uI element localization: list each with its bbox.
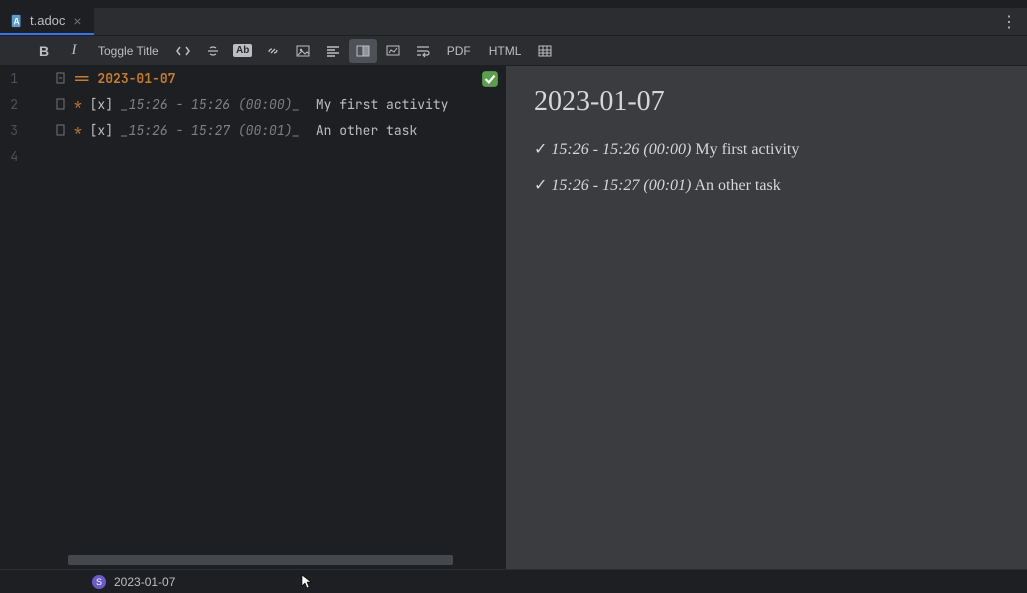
split-view-icon (355, 43, 371, 59)
split-view-button[interactable] (349, 39, 377, 63)
editor-pane[interactable]: 1 2 3 4 == 2023-01-07 * [x] _15:26 - 15:… (0, 66, 506, 569)
image-button[interactable] (289, 39, 317, 63)
code-line (74, 144, 505, 170)
image-icon (295, 43, 311, 59)
code-area[interactable]: == 2023-01-07 * [x] _15:26 - 15:26 (00:0… (68, 66, 505, 555)
section-badge-icon: S (92, 575, 106, 589)
link-button[interactable] (259, 39, 287, 63)
tab-filename: t.adoc (30, 13, 65, 28)
strikethrough-icon (205, 43, 221, 59)
line-gutter: 1 2 3 4 (0, 66, 68, 555)
preview-pane: 2023-01-07 ✓15:26 - 15:26 (00:00) My fir… (506, 66, 1027, 569)
link-icon (265, 43, 281, 59)
preview-list-item: ✓15:26 - 15:26 (00:00) My first activity (534, 136, 999, 164)
line-number: 2 (10, 96, 18, 113)
scrollbar-thumb[interactable] (68, 555, 453, 565)
align-left-icon (325, 43, 341, 59)
html-button[interactable]: HTML (481, 39, 530, 63)
code-line: * [x] _15:26 - 15:26 (00:00)_ My first a… (74, 92, 505, 118)
check-icon: ✓ (534, 141, 547, 158)
table-icon (537, 43, 553, 59)
align-left-button[interactable] (319, 39, 347, 63)
mono-button[interactable]: Ab (229, 39, 257, 63)
horizontal-scrollbar[interactable] (68, 555, 468, 565)
toggle-title-button[interactable]: Toggle Title (90, 39, 167, 63)
code-line: * [x] _15:26 - 15:27 (00:01)_ An other t… (74, 118, 505, 144)
fold-toggle-icon[interactable] (56, 71, 66, 85)
presentation-icon (385, 43, 401, 59)
preview-list-item: ✓15:26 - 15:27 (00:01) An other task (534, 172, 999, 200)
wrap-icon (415, 43, 431, 59)
tab-bar: t.adoc × ⋮ (0, 8, 1027, 36)
wrap-button[interactable] (409, 39, 437, 63)
breadcrumb-bar: S 2023-01-07 (0, 569, 1027, 593)
preview-heading: 2023-01-07 (534, 86, 999, 118)
more-menu-icon[interactable]: ⋮ (991, 12, 1027, 32)
breadcrumb-text[interactable]: 2023-01-07 (114, 575, 175, 589)
editor-toolbar: B I Toggle Title Ab PDF HTML (0, 36, 1027, 66)
presentation-button[interactable] (379, 39, 407, 63)
fold-toggle-icon[interactable] (56, 123, 66, 137)
bold-button[interactable]: B (30, 39, 58, 63)
fold-toggle-icon[interactable] (56, 97, 66, 111)
asciidoc-file-icon (10, 14, 24, 28)
pdf-button[interactable]: PDF (439, 39, 479, 63)
italic-button[interactable]: I (60, 39, 88, 63)
line-number: 3 (10, 122, 18, 139)
code-icon (175, 43, 191, 59)
validation-ok-icon (481, 70, 499, 88)
code-button[interactable] (169, 39, 197, 63)
table-button[interactable] (531, 39, 559, 63)
strikethrough-button[interactable] (199, 39, 227, 63)
check-icon: ✓ (534, 177, 547, 194)
editor-tab[interactable]: t.adoc × (0, 8, 94, 35)
close-tab-icon[interactable]: × (71, 13, 83, 29)
line-number: 1 (10, 70, 18, 87)
code-line: == 2023-01-07 (74, 66, 505, 92)
line-number: 4 (10, 148, 18, 165)
